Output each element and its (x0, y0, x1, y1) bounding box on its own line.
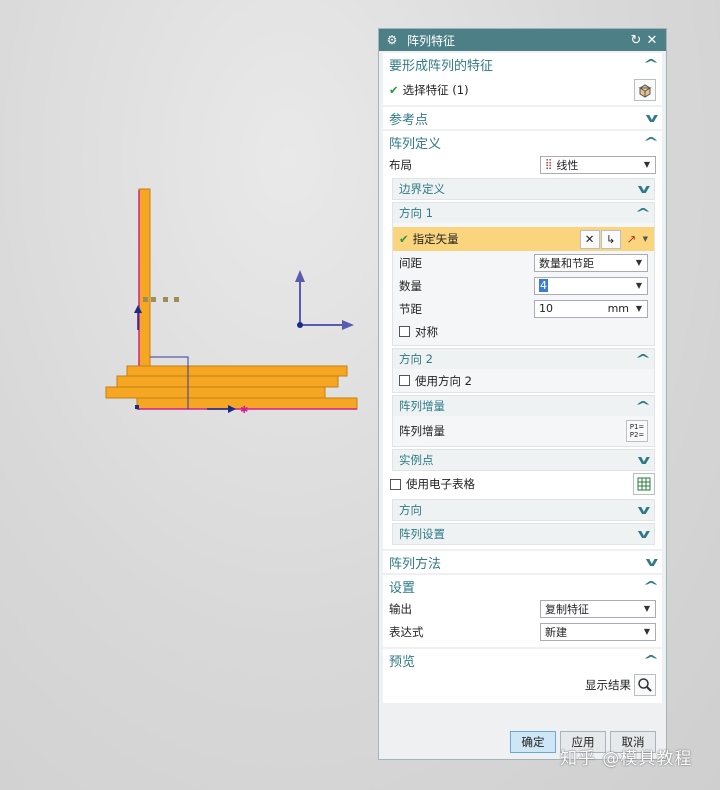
vector-dialog-icon[interactable]: ↗ (621, 229, 642, 249)
group-reference-point: 参考点 v (383, 107, 662, 129)
spreadsheet-icon[interactable] (633, 473, 655, 495)
layout-select[interactable]: ⣿ 线性 ▼ (540, 155, 656, 174)
chevron-down-icon[interactable]: v (638, 182, 651, 196)
svg-text:✱: ✱ (240, 405, 248, 416)
group-preview-header[interactable]: 预览 ^ (383, 649, 662, 671)
group-ref-header[interactable]: 参考点 v (383, 107, 662, 129)
show-result-button[interactable] (634, 674, 656, 696)
dropdown-arrow-icon[interactable]: ▼ (643, 235, 648, 243)
pitch-input[interactable]: 10 mm ▼ (534, 299, 648, 318)
vertical-plate (138, 188, 151, 370)
graphics-viewport[interactable]: ✱ (0, 0, 378, 790)
chevron-up-icon[interactable]: ^ (643, 135, 659, 149)
group-features-header[interactable]: 要形成阵列的特征 ^ (383, 53, 662, 75)
instance-header[interactable]: 实例点 v (393, 450, 654, 470)
boundary-subgroup: 边界定义 v (392, 178, 655, 200)
increment-subgroup: 阵列增量 ^ 阵列增量 P1= P2= (392, 395, 655, 447)
pitch-unit: mm (607, 302, 629, 315)
spreadsheet-checkbox[interactable] (390, 478, 401, 490)
group-features: 要形成阵列的特征 ^ ✔ 选择特征 (1) (383, 53, 662, 105)
select-feature-button[interactable] (634, 79, 656, 101)
ok-button[interactable]: 确定 (510, 731, 556, 753)
symmetric-checkbox[interactable] (399, 326, 410, 337)
dropdown-arrow-icon: ▼ (635, 258, 642, 267)
group-arraydef-header[interactable]: 阵列定义 ^ (383, 131, 662, 153)
dropdown-arrow-icon: ▼ (635, 304, 642, 313)
gear-icon: ⚙ (386, 33, 398, 47)
select-feature-label[interactable]: 选择特征 (1) (403, 82, 634, 98)
reset-icon[interactable]: ↻ (628, 33, 644, 48)
chevron-up-icon[interactable]: ^ (635, 206, 651, 220)
chevron-down-icon[interactable]: v (638, 453, 651, 467)
dialog-title: 阵列特征 (407, 33, 456, 48)
pattern-feature-dialog: ⚙ 阵列特征 ↻ ✕ 要形成阵列的特征 ^ ✔ 选择特征 (1) 参考点 v 阵… (378, 28, 667, 760)
group-method-header[interactable]: 阵列方法 v (383, 551, 662, 573)
group-arraydef-title: 阵列定义 (389, 136, 442, 152)
watermark: 知乎 @模具教程 (560, 749, 693, 769)
increment-header[interactable]: 阵列增量 ^ (393, 396, 654, 416)
vector-axis-icon[interactable]: ↳ (600, 229, 621, 249)
model-view: ✱ (105, 188, 358, 416)
dropdown-arrow-icon: ▼ (643, 160, 650, 169)
check-icon: ✔ (389, 83, 399, 97)
increment-icon[interactable]: P1= P2= (626, 420, 648, 442)
output-select[interactable]: 复制特征 ▼ (540, 599, 656, 618)
dialog-titlebar[interactable]: ⚙ 阵列特征 ↻ ✕ (379, 29, 666, 51)
orientation-subgroup: 方向 v (392, 499, 655, 521)
chevron-down-icon[interactable]: v (646, 555, 659, 569)
direction1-header[interactable]: 方向 1 ^ (393, 203, 654, 223)
expression-select[interactable]: 新建 ▼ (540, 622, 656, 641)
chevron-up-icon[interactable]: ^ (635, 399, 651, 413)
pattern-settings-subgroup: 阵列设置 v (392, 523, 655, 545)
chevron-up-icon[interactable]: ^ (643, 653, 659, 667)
direction2-subgroup: 方向 2 ^ 使用方向 2 (392, 348, 655, 393)
group-array-definition: 阵列定义 ^ 布局 ⣿ 线性 ▼ 边界定义 v 方向 1 ^ ✔ 指定矢量 ✕ … (383, 131, 662, 549)
direction2-header[interactable]: 方向 2 ^ (393, 349, 654, 369)
instance-subgroup: 实例点 v (392, 449, 655, 471)
count-input[interactable]: 4 ▼ (534, 276, 648, 295)
dropdown-arrow-icon: ▼ (635, 281, 642, 290)
boundary-header[interactable]: 边界定义 v (393, 179, 654, 199)
group-preview: 预览 ^ 显示结果 (383, 649, 662, 703)
group-features-title: 要形成阵列的特征 (389, 58, 494, 74)
specify-vector-row[interactable]: ✔ 指定矢量 ✕ ↳ ↗ ▼ (393, 227, 654, 251)
chevron-down-icon[interactable]: v (646, 111, 659, 125)
layout-label: 布局 (389, 157, 412, 172)
group-settings-header[interactable]: 设置 ^ (383, 575, 662, 597)
group-settings: 设置 ^ 输出 复制特征 ▼ 表达式 新建 ▼ (383, 575, 662, 647)
grid-icon: ⣿ (545, 159, 553, 170)
plate-1 (126, 365, 348, 377)
orientation-header[interactable]: 方向 v (393, 500, 654, 520)
dropdown-arrow-icon: ▼ (643, 627, 650, 636)
feature-cube-icon (638, 84, 652, 98)
direction1-subgroup: 方向 1 ^ ✔ 指定矢量 ✕ ↳ ↗ ▼ 间距 数量和节距 ▼ 数量 4 ▼ … (392, 202, 655, 346)
magnifier-icon (638, 678, 652, 692)
chevron-up-icon[interactable]: ^ (643, 579, 659, 593)
chevron-down-icon[interactable]: v (638, 503, 651, 517)
use-direction2-checkbox[interactable] (399, 375, 410, 386)
chevron-up-icon[interactable]: ^ (643, 57, 659, 71)
dropdown-arrow-icon: ▼ (643, 604, 650, 613)
close-icon[interactable]: ✕ (644, 33, 660, 48)
group-ref-title: 参考点 (389, 112, 429, 128)
chevron-up-icon[interactable]: ^ (635, 352, 651, 366)
reverse-direction-icon[interactable]: ✕ (579, 229, 600, 249)
plate-3 (105, 386, 326, 399)
check-icon: ✔ (399, 232, 409, 246)
spacing-select[interactable]: 数量和节距 ▼ (534, 253, 648, 272)
chevron-down-icon[interactable]: v (638, 527, 651, 541)
plate-2 (116, 375, 339, 388)
group-pattern-method: 阵列方法 v (383, 551, 662, 573)
pattern-settings-header[interactable]: 阵列设置 v (393, 524, 654, 544)
table-icon (637, 477, 651, 491)
